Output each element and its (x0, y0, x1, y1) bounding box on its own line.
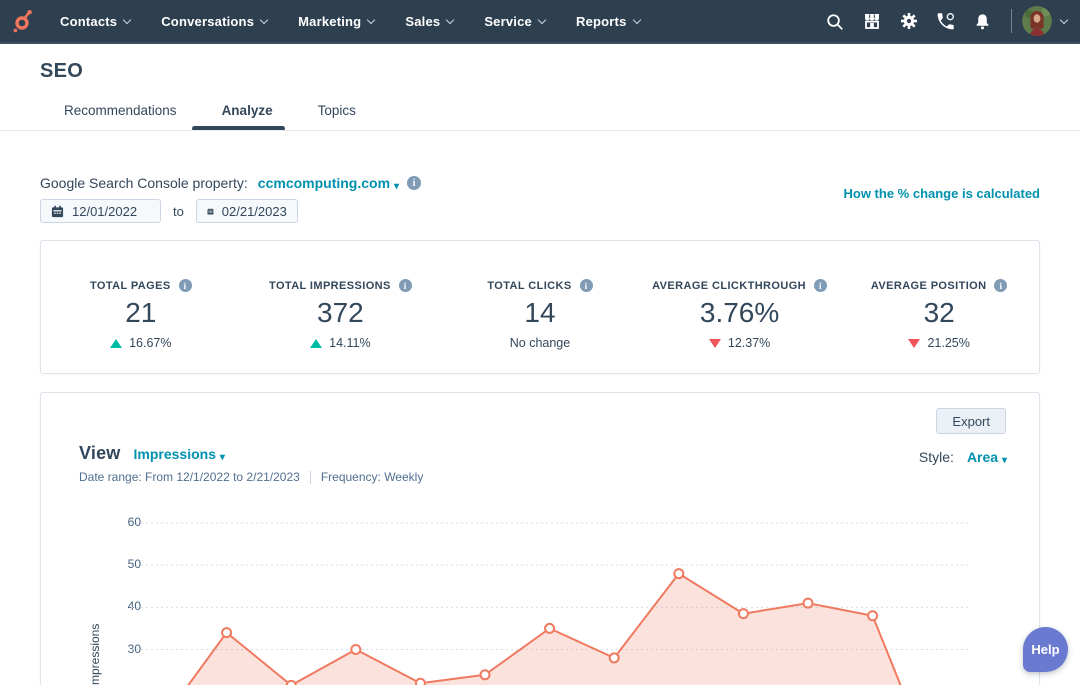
stat-value: 32 (924, 297, 955, 329)
chart-style-row: Style: Area ▾ (919, 449, 1007, 465)
stat-value: 21 (125, 297, 156, 329)
property-value: ccmcomputing.com (258, 175, 390, 191)
nav-item-label: Sales (405, 14, 440, 29)
notifications-icon[interactable] (964, 6, 1001, 36)
view-metric-select[interactable]: Impressions ▾ (134, 446, 225, 462)
chevron-down-icon (538, 15, 546, 23)
start-date-value: 12/01/2022 (72, 204, 137, 219)
chart-frequency: Frequency: Weekly (321, 470, 424, 484)
stat-value: 372 (317, 297, 364, 329)
help-button[interactable]: Help (1023, 627, 1068, 672)
chevron-down-icon (123, 15, 131, 23)
chevron-down-icon (446, 15, 454, 23)
page-title: SEO (40, 60, 83, 83)
tab-topics[interactable]: Topics (318, 103, 356, 118)
calendar-icon (207, 205, 214, 218)
start-date-input[interactable]: 12/01/2022 (40, 199, 161, 223)
stat-average-position: AVERAGE POSITIONi 32 21.25% (839, 279, 1039, 373)
end-date-input[interactable]: 02/21/2023 (196, 199, 298, 223)
stat-total-impressions: TOTAL IMPRESSIONSi 372 14.11% (241, 279, 441, 373)
end-date-value: 02/21/2023 (222, 204, 287, 219)
nav-menu: Contacts Conversations Marketing Sales S… (60, 14, 641, 29)
summary-stats-card: TOTAL PAGESi 21 16.67% TOTAL IMPRESSIONS… (40, 240, 1040, 374)
stat-change: No change (510, 336, 570, 350)
chevron-down-icon: ▾ (394, 181, 399, 192)
nav-item-label: Service (484, 14, 532, 29)
export-button[interactable]: Export (936, 408, 1006, 434)
change-direction-icon (310, 339, 322, 348)
stat-change: 12.37% (709, 336, 770, 350)
chevron-down-icon (633, 15, 641, 23)
tabs-divider (0, 130, 1080, 131)
property-select[interactable]: ccmcomputing.com ▾ (258, 175, 399, 191)
stat-total-pages: TOTAL PAGESi 21 16.67% (41, 279, 241, 373)
top-navigation: Contacts Conversations Marketing Sales S… (0, 0, 1080, 44)
stat-change: 21.25% (908, 336, 969, 350)
impressions-chart-card: Export View Impressions ▾ Date range: Fr… (40, 392, 1040, 685)
change-direction-icon (908, 339, 920, 348)
chart-view-row: View Impressions ▾ (79, 443, 225, 464)
change-direction-icon (110, 339, 122, 348)
chevron-down-icon (367, 15, 375, 23)
search-console-property-row: Google Search Console property: ccmcompu… (40, 175, 421, 191)
nav-item-label: Marketing (298, 14, 361, 29)
property-label: Google Search Console property: (40, 175, 248, 191)
to-label: to (173, 204, 184, 219)
date-range-picker: 12/01/2022 to 02/21/2023 (40, 199, 298, 223)
chevron-down-icon: ▾ (220, 452, 225, 463)
style-label: Style: (919, 449, 954, 465)
settings-icon[interactable] (890, 6, 927, 36)
percent-change-help-link[interactable]: How the % change is calculated (844, 186, 1041, 201)
calls-icon[interactable] (927, 6, 964, 36)
nav-utilities (816, 6, 1080, 36)
tab-recommendations[interactable]: Recommendations (64, 103, 177, 118)
tab-analyze[interactable]: Analyze (222, 103, 273, 118)
impressions-area-chart (41, 393, 1041, 685)
search-icon[interactable] (816, 6, 853, 36)
stat-label: TOTAL CLICKSi (487, 279, 592, 292)
stat-label: TOTAL IMPRESSIONSi (269, 279, 412, 292)
change-direction-icon (709, 339, 721, 348)
nav-item-marketing[interactable]: Marketing (298, 14, 375, 29)
nav-divider (1011, 9, 1012, 33)
calendar-icon (51, 205, 64, 218)
stat-average-clickthrough: AVERAGE CLICKTHROUGHi 3.76% 12.37% (640, 279, 840, 373)
chart-meta-row: Date range: From 12/1/2022 to 2/21/2023 … (79, 470, 423, 484)
nav-item-sales[interactable]: Sales (405, 14, 454, 29)
nav-item-reports[interactable]: Reports (576, 14, 641, 29)
nav-item-conversations[interactable]: Conversations (161, 14, 268, 29)
nav-item-label: Conversations (161, 14, 254, 29)
nav-item-service[interactable]: Service (484, 14, 546, 29)
user-avatar[interactable] (1022, 6, 1052, 36)
tab-bar: Recommendations Analyze Topics (64, 103, 356, 118)
info-icon[interactable]: i (407, 176, 421, 190)
nav-item-contacts[interactable]: Contacts (60, 14, 131, 29)
marketplace-icon[interactable] (853, 6, 890, 36)
info-icon[interactable]: i (399, 279, 412, 292)
meta-divider (310, 471, 311, 484)
info-icon[interactable]: i (179, 279, 192, 292)
info-icon[interactable]: i (994, 279, 1007, 292)
info-icon[interactable]: i (814, 279, 827, 292)
style-select[interactable]: Area ▾ (967, 449, 1007, 465)
nav-item-label: Reports (576, 14, 627, 29)
hubspot-logo-icon[interactable] (0, 8, 46, 34)
chevron-down-icon (260, 15, 268, 23)
stat-value: 14 (524, 297, 555, 329)
stat-change: 14.11% (310, 336, 370, 350)
stat-label: AVERAGE POSITIONi (871, 279, 1008, 292)
y-axis-title: Impressions (88, 595, 102, 685)
chevron-down-icon[interactable] (1060, 15, 1068, 23)
stat-label: TOTAL PAGESi (90, 279, 192, 292)
view-label: View (79, 443, 121, 464)
stat-change: 16.67% (110, 336, 171, 350)
stat-value: 3.76% (700, 297, 779, 329)
nav-item-label: Contacts (60, 14, 117, 29)
chart-date-range: Date range: From 12/1/2022 to 2/21/2023 (79, 470, 300, 484)
chevron-down-icon: ▾ (1002, 455, 1007, 466)
info-icon[interactable]: i (580, 279, 593, 292)
stat-total-clicks: TOTAL CLICKSi 14 No change (440, 279, 640, 373)
stat-label: AVERAGE CLICKTHROUGHi (652, 279, 827, 292)
